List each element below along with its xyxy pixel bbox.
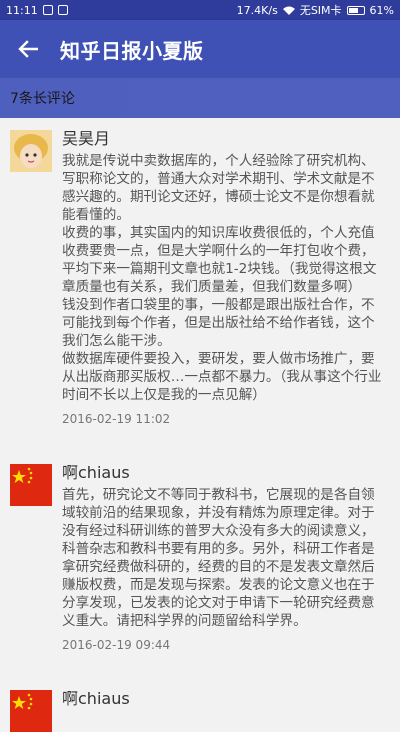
comment-author: 吴昊月 [62, 129, 111, 148]
comment-time: 2016-02-19 11:02 [62, 412, 171, 426]
comment-author: 啊chiaus [62, 463, 130, 482]
avatar[interactable] [10, 464, 52, 506]
comment-content: 首先，研究论文不等同于教科书，它展现的是各自领域较前沿的结果现象，并没有精炼为原… [62, 487, 375, 629]
comment-item[interactable]: 啊chiaus 首先，研究论文不等同于教科书，它展现的是各自领域较前沿的结果现象… [0, 452, 400, 678]
comment-author: 啊chiaus [62, 689, 130, 708]
avatar[interactable] [10, 690, 52, 732]
comment-time: 2016-02-19 09:44 [62, 638, 171, 652]
comment-list[interactable]: 吴昊月 我就是传说中卖数据库的，个人经验除了研究机构、写职称论文的，普通大众对学… [0, 118, 400, 732]
network-speed: 17.4K/s [236, 3, 278, 17]
notification-icon [42, 5, 53, 15]
battery-percent: 61% [369, 3, 394, 17]
comment-item[interactable]: 啊chiaus [0, 678, 400, 732]
avatar[interactable] [10, 130, 52, 172]
sim-status: 无SIM卡 [299, 4, 342, 17]
arrow-back-icon [18, 40, 38, 58]
battery-icon [346, 5, 365, 15]
status-bar: 11:11 17.4K/s 无SIM卡 61% [0, 0, 400, 20]
app-notification-icon [57, 5, 68, 15]
page-title: 知乎日报小夏版 [60, 38, 204, 63]
comment-count-header: 7条长评论 [0, 78, 400, 118]
comment-content: 我就是传说中卖数据库的，个人经验除了研究机构、写职称论文的，普通大众对学术期刊、… [62, 153, 382, 403]
comment-item[interactable]: 吴昊月 我就是传说中卖数据库的，个人经验除了研究机构、写职称论文的，普通大众对学… [0, 118, 400, 452]
status-time: 11:11 [6, 3, 38, 17]
toolbar: 知乎日报小夏版 [0, 20, 400, 78]
wifi-icon [282, 6, 295, 15]
comment-count-label: 7条长评论 [10, 91, 75, 107]
back-button[interactable] [0, 20, 56, 78]
